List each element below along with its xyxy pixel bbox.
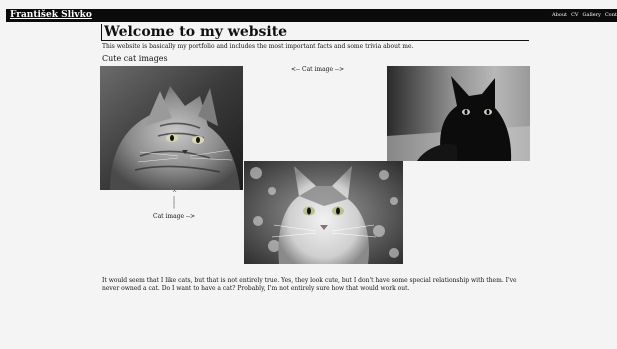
intro-text: This website is basically my portfolio a… [102,43,414,50]
cat-image-caption-left: Cat image --> [153,213,196,220]
top-navigation-bar: František Slivko About CV Gallery Conta [6,9,617,22]
about-cats-paragraph: It would seem that I like cats, but that… [102,277,517,292]
black-cat-photo [387,66,530,161]
tabby-cat-photo [100,66,243,190]
nav-link-gallery[interactable]: Gallery [583,9,601,22]
nav-link-cv[interactable]: CV [571,9,578,22]
section-title: Cute cat images [102,54,168,63]
page-title-box: Welcome to my website [101,24,529,41]
tabby-cat-image [100,66,243,190]
white-cat-photo [244,161,403,264]
white-cat-image [244,161,403,264]
up-arrow-icon: ^ | | [172,191,177,209]
black-cat-image [387,66,530,161]
cat-image-caption-right: <-- Cat image --> [291,66,345,73]
page-title: Welcome to my website [104,24,288,40]
arrow-shaft-glyph: | [172,202,176,209]
nav-link-contact[interactable]: Conta [605,9,617,22]
site-name-link[interactable]: František Slivko [10,9,92,22]
nav-link-about[interactable]: About [552,9,567,22]
nav-menu: About CV Gallery Conta [552,9,617,22]
page: František Slivko About CV Gallery Conta … [0,0,617,349]
